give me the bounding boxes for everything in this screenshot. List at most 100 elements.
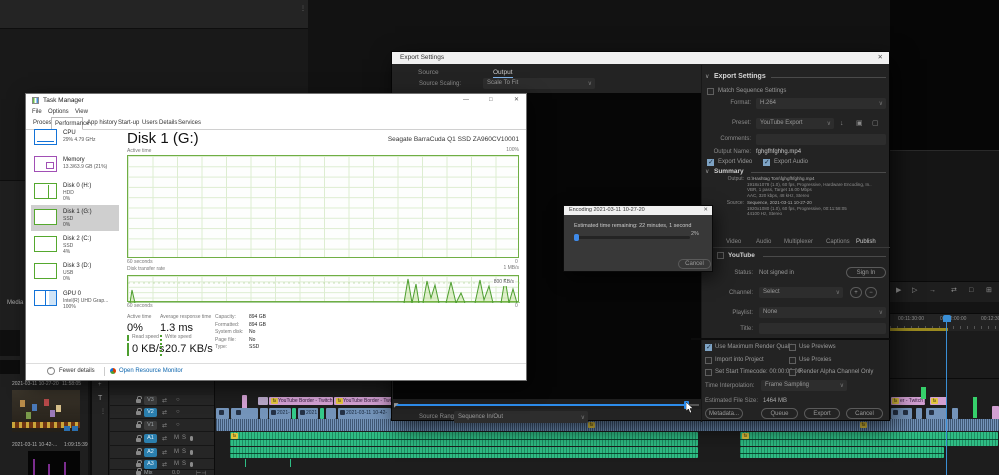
output-name-value[interactable]: fghgfhfghhg.mp4 bbox=[756, 149, 801, 156]
timeline-clip[interactable]: YouTube Border - Twitch bbox=[334, 397, 396, 405]
track-header-a2[interactable]: A2 ⇄ M S bbox=[110, 446, 214, 459]
track-badge-v2[interactable]: V2 bbox=[144, 408, 157, 417]
sign-in-button[interactable]: Sign In bbox=[846, 267, 886, 278]
timeline-clip[interactable] bbox=[231, 408, 258, 419]
export-video-checkbox[interactable] bbox=[707, 159, 714, 167]
lock-icon[interactable] bbox=[136, 396, 142, 403]
timeline-clip[interactable] bbox=[216, 408, 229, 419]
tab-audio[interactable]: Audio bbox=[756, 239, 771, 246]
caret-up-circle-icon[interactable]: ˆ bbox=[47, 367, 55, 375]
sidebar-cpu[interactable]: CPU bbox=[63, 130, 76, 137]
fewer-details-link[interactable]: Fewer details bbox=[59, 368, 95, 375]
sync-icon[interactable]: ⇄ bbox=[162, 397, 167, 404]
track-badge-a2[interactable]: A2 bbox=[144, 448, 157, 457]
track-visibility-icon[interactable]: ○ bbox=[176, 409, 180, 415]
encoding-titlebar[interactable]: Encoding 2021-03-11 10-27-20 ✕ bbox=[564, 206, 712, 215]
open-resource-monitor-link[interactable]: Open Resource Monitor bbox=[119, 368, 183, 375]
track-visibility-icon[interactable]: ○ bbox=[176, 422, 180, 428]
track-badge-a3[interactable]: A3 bbox=[144, 460, 157, 469]
close-icon[interactable]: ✕ bbox=[514, 97, 519, 104]
tab-media[interactable]: Media bbox=[7, 300, 23, 307]
timeline-clip[interactable]: 2021- bbox=[269, 408, 291, 419]
fx-badge[interactable]: fx bbox=[336, 398, 343, 404]
lock-icon[interactable] bbox=[136, 460, 142, 467]
type-tool-icon[interactable]: T bbox=[98, 395, 102, 403]
solo-button[interactable]: S bbox=[182, 435, 186, 441]
tab-video[interactable]: Video bbox=[726, 239, 741, 246]
timeline-clip[interactable]: YouTube Border - Twitch [Purpl bbox=[269, 397, 333, 405]
maximize-icon[interactable]: □ bbox=[489, 97, 493, 104]
time-interpolation-dropdown[interactable]: Frame Sampling ∨ bbox=[761, 380, 847, 391]
delete-preset-icon[interactable]: ▢ bbox=[872, 120, 879, 128]
use-previews-checkbox[interactable] bbox=[789, 344, 796, 351]
close-icon[interactable]: ✕ bbox=[703, 207, 708, 213]
mute-button[interactable]: M bbox=[174, 461, 179, 467]
disk2-thumbnail[interactable] bbox=[34, 236, 57, 252]
lock-icon[interactable] bbox=[136, 435, 142, 442]
timeline-clip-audio[interactable] bbox=[230, 447, 698, 458]
tab-source[interactable]: Source bbox=[418, 69, 439, 76]
cpu-thumbnail[interactable] bbox=[34, 129, 57, 145]
track-header-v3[interactable]: V3 ⇄ ○ bbox=[110, 395, 214, 406]
tab-startup[interactable]: Start-up bbox=[118, 120, 139, 126]
preset-dropdown[interactable]: YouTube Export ∨ bbox=[756, 118, 834, 129]
timeline-clip[interactable] bbox=[326, 408, 336, 419]
sync-icon[interactable]: ⇄ bbox=[162, 461, 167, 468]
timeline-clip-audio[interactable] bbox=[740, 432, 998, 446]
playhead-line[interactable] bbox=[946, 321, 947, 475]
tab-users[interactable]: Users bbox=[142, 120, 158, 126]
lock-icon[interactable] bbox=[136, 448, 142, 455]
track-badge-v3[interactable]: V3 bbox=[144, 396, 157, 405]
timeline-clip[interactable] bbox=[258, 397, 268, 405]
media-thumb-sliver[interactable] bbox=[0, 360, 20, 374]
remove-channel-button[interactable]: − bbox=[865, 287, 877, 298]
playlist-dropdown[interactable]: None ∨ bbox=[759, 307, 886, 318]
chevron-icon[interactable]: ∨ bbox=[705, 74, 709, 81]
tab-app-history[interactable]: App history bbox=[87, 120, 117, 126]
sidebar-gpu[interactable]: GPU 0 bbox=[63, 291, 81, 298]
fit-icon[interactable]: ⊢⊣ bbox=[196, 470, 206, 475]
gpu-thumbnail[interactable] bbox=[34, 290, 57, 306]
solo-button[interactable]: S bbox=[182, 449, 186, 455]
sync-icon[interactable]: ⇄ bbox=[162, 422, 167, 429]
timeline-clip[interactable] bbox=[292, 408, 296, 419]
fx-badge[interactable]: fx bbox=[860, 422, 867, 428]
disk3-thumbnail[interactable] bbox=[34, 263, 57, 279]
sync-icon[interactable]: ⇄ bbox=[162, 409, 167, 416]
export-button[interactable]: Export bbox=[804, 408, 840, 419]
playhead[interactable] bbox=[943, 315, 951, 322]
menu-file[interactable]: File bbox=[32, 109, 42, 116]
timeline-clip[interactable] bbox=[916, 408, 922, 419]
mute-button[interactable]: M bbox=[174, 449, 179, 455]
add-channel-button[interactable]: + bbox=[850, 287, 862, 298]
mic-icon[interactable] bbox=[190, 462, 193, 467]
preview-scrubber[interactable] bbox=[392, 399, 701, 409]
play-in-out-icon[interactable]: ▷ bbox=[912, 287, 917, 295]
title-input[interactable] bbox=[759, 323, 886, 334]
timeline-clip[interactable]: 2021-03-11 10-42- bbox=[338, 408, 391, 419]
match-sequence-checkbox[interactable] bbox=[707, 88, 714, 95]
timeline-clip-audio[interactable] bbox=[230, 432, 698, 446]
encoding-cancel-button[interactable]: Cancel bbox=[678, 259, 711, 269]
timeline-clip[interactable] bbox=[952, 408, 958, 419]
menu-view[interactable]: View bbox=[75, 109, 88, 116]
fx-badge[interactable]: fx bbox=[892, 398, 899, 404]
tab-multiplexer[interactable]: Multiplexer bbox=[784, 239, 813, 246]
sync-icon[interactable]: ⇄ bbox=[162, 435, 167, 442]
tm-titlebar[interactable]: Task Manager — □ ✕ bbox=[26, 94, 526, 107]
track-header-v2[interactable]: V2 ⇄ ○ bbox=[110, 406, 214, 419]
track-visibility-icon[interactable]: ○ bbox=[176, 397, 180, 403]
track-header-v1[interactable]: V1 ⇄ ○ bbox=[110, 419, 214, 432]
fx-badge[interactable]: fx bbox=[231, 433, 238, 439]
track-header-a3[interactable]: A3 ⇄ M S bbox=[110, 459, 214, 470]
timeline-clip[interactable] bbox=[992, 406, 999, 420]
close-icon[interactable]: ✕ bbox=[878, 54, 883, 61]
disk0-thumbnail[interactable] bbox=[34, 183, 57, 199]
queue-button[interactable]: Queue bbox=[761, 408, 798, 419]
lock-icon[interactable] bbox=[136, 408, 142, 415]
sync-icon[interactable]: ⇄ bbox=[162, 449, 167, 456]
tab-captions[interactable]: Captions bbox=[826, 239, 850, 246]
sidebar-disk0[interactable]: Disk 0 (H:) bbox=[63, 183, 91, 190]
project-item-name[interactable]: 2021-03-11 10-27-20 bbox=[12, 381, 59, 388]
export-audio-checkbox[interactable] bbox=[763, 159, 770, 167]
